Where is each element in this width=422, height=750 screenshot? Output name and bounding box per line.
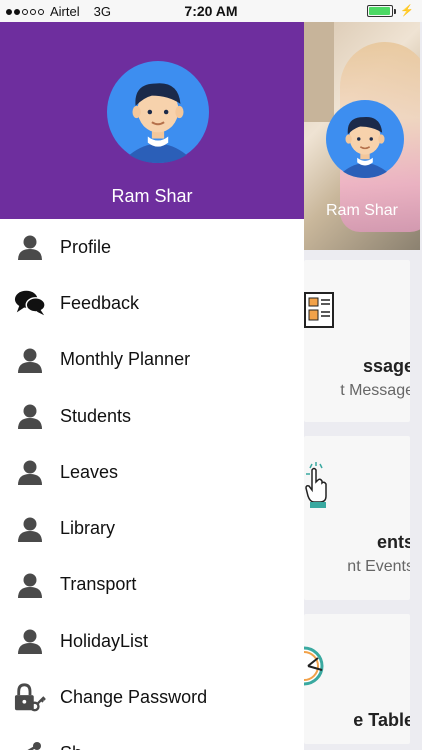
menu-item-profile[interactable]: Profile: [0, 219, 304, 275]
user-avatar[interactable]: [107, 61, 209, 163]
navigation-drawer: Ram Shar Profile Feedback Monthly Planne…: [0, 22, 304, 750]
card-title: ssage: [362, 356, 410, 376]
card-subtitle: nt Events: [347, 558, 410, 575]
events-card[interactable]: ents nt Events: [304, 436, 410, 600]
menu-item-monthly-planner[interactable]: Monthly Planner: [0, 332, 304, 388]
menu-item-change-password[interactable]: Change Password: [0, 669, 304, 725]
person-icon: [14, 625, 46, 657]
lock-key-icon: [14, 682, 46, 714]
status-bar: Airtel 3G 7:20 AM ⚡: [0, 0, 422, 22]
share-icon: [14, 738, 46, 750]
person-icon: [14, 231, 46, 263]
menu-label: Monthly Planner: [60, 349, 191, 370]
person-icon: [14, 344, 46, 376]
menu-item-holiday-list[interactable]: HolidayList: [0, 613, 304, 669]
time-table-card[interactable]: e Table: [304, 614, 410, 744]
notice-board-icon: [304, 292, 334, 328]
menu-label: Students: [60, 405, 132, 426]
menu-item-transport[interactable]: Transport: [0, 557, 304, 613]
card-title: e Table: [353, 710, 410, 730]
menu-label: Change Password: [60, 687, 208, 708]
message-card[interactable]: ssage t Message: [304, 260, 410, 422]
tap-hand-icon: [305, 462, 327, 508]
person-icon: [14, 456, 46, 488]
menu-item-students[interactable]: Students: [0, 388, 304, 444]
menu-label: Library: [60, 518, 116, 539]
menu-label: Sh: [60, 743, 82, 750]
battery-indicator: ⚡: [367, 4, 414, 17]
menu-item-leaves[interactable]: Leaves: [0, 444, 304, 500]
menu-label: Profile: [60, 236, 112, 257]
hero-user-name: Ram Shar: [325, 202, 399, 219]
menu-item-library[interactable]: Library: [0, 500, 304, 556]
person-icon: [14, 400, 46, 432]
card-subtitle: t Message: [340, 382, 410, 399]
hero-avatar: [326, 100, 404, 178]
user-name: Ram Shar: [111, 186, 193, 206]
chat-bubbles-icon: [14, 287, 46, 319]
status-time: 7:20 AM: [184, 3, 238, 19]
charging-icon: ⚡: [400, 5, 414, 17]
battery-icon: [367, 4, 397, 17]
menu-label: HolidayList: [60, 630, 149, 651]
drawer-menu: Profile Feedback Monthly Planner Student…: [0, 219, 304, 750]
person-icon: [14, 569, 46, 601]
menu-item-feedback[interactable]: Feedback: [0, 275, 304, 331]
person-icon: [14, 513, 46, 545]
drawer-header: Ram Shar: [0, 22, 304, 219]
menu-label: Feedback: [60, 292, 140, 313]
card-title: ents: [376, 532, 410, 552]
menu-label: Transport: [60, 574, 137, 595]
menu-item-share[interactable]: Sh: [0, 726, 304, 750]
menu-label: Leaves: [60, 461, 119, 482]
clock-icon: [304, 646, 324, 686]
